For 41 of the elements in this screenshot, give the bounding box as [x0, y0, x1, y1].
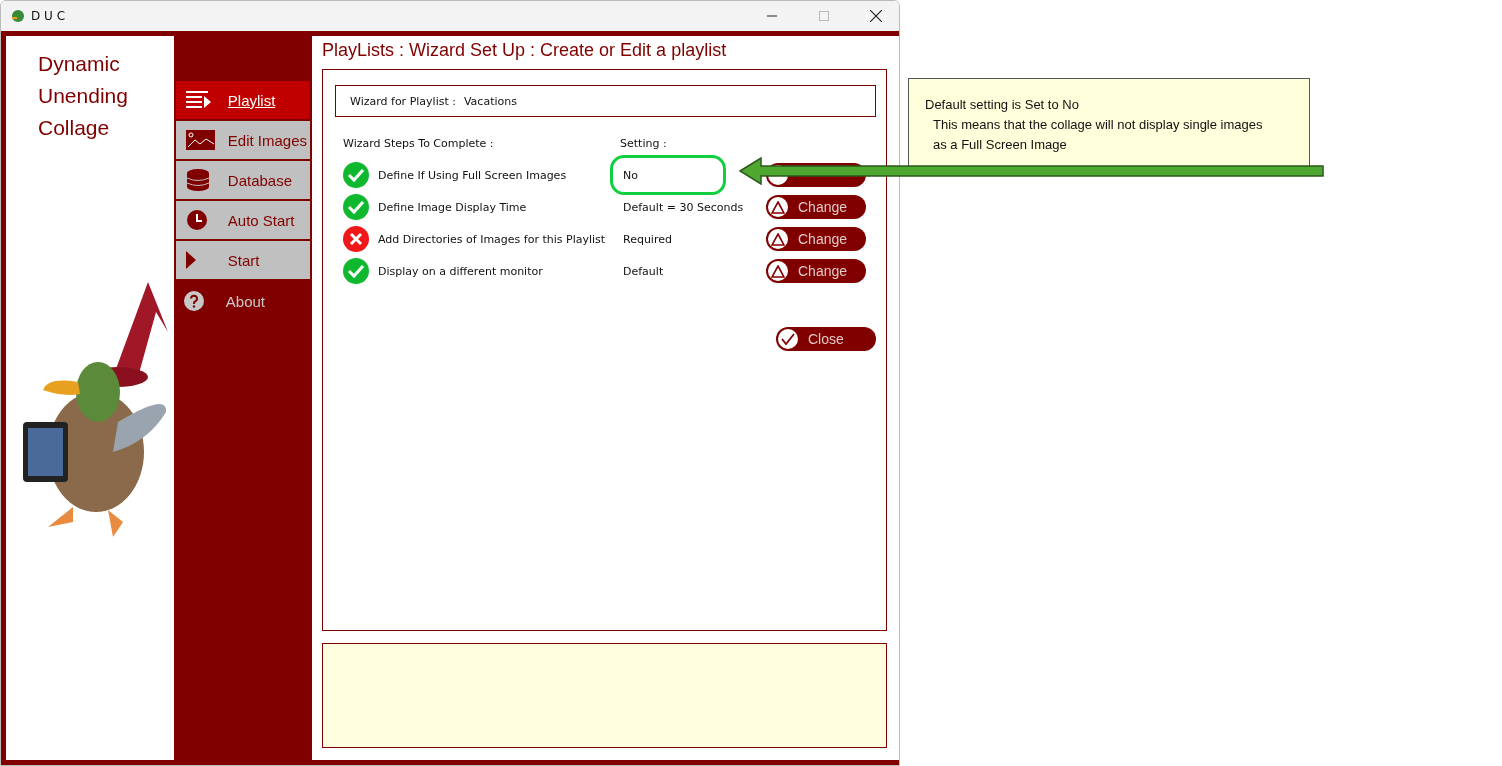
- setting-value: Default: [622, 263, 665, 280]
- column-heading: Wizard Steps To Complete :: [342, 135, 495, 152]
- brand-text: Collage: [38, 115, 111, 141]
- clock-icon: [185, 209, 208, 231]
- list-icon: [185, 91, 212, 109]
- checkmark-icon: [781, 332, 795, 346]
- brand-text: Dynamic: [38, 51, 121, 77]
- setting-value: Default = 30 Seconds: [622, 199, 745, 216]
- nav-item[interactable]: Database: [173, 161, 312, 201]
- close-dialog-button[interactable]: Close: [776, 327, 876, 351]
- field-value: Vacations: [463, 94, 517, 108]
- setting-value: Required: [622, 231, 673, 248]
- step-label: Define Image Display Time: [378, 200, 527, 214]
- change-button[interactable]: Change: [766, 259, 866, 283]
- triangle-icon: [771, 264, 785, 278]
- note-text: Default setting is Set to No: [925, 96, 1080, 114]
- step-label: Define If Using Full Screen Images: [378, 168, 567, 182]
- play-icon: [185, 251, 196, 269]
- nav-item[interactable]: Edit Images: [173, 121, 312, 161]
- help-icon: [183, 291, 204, 311]
- step-label: Display on a different monitor: [378, 264, 543, 278]
- field-label: Wizard for Playlist :: [350, 94, 456, 108]
- step-label: Add Directories of Images for this Playlist: [378, 232, 606, 246]
- nav-item[interactable]: Playlist: [173, 81, 312, 121]
- page-title: PlayLists : Wizard Set Up : Create or Edit a playlist: [322, 40, 728, 61]
- change-button[interactable]: Change: [766, 195, 866, 219]
- note-text: This means that the collage will not display single images: [932, 116, 1264, 134]
- image-icon: [185, 130, 215, 150]
- maximize-icon: [819, 11, 829, 21]
- window-title: D U C: [31, 9, 66, 23]
- setting-value: No: [610, 155, 726, 195]
- nav-item[interactable]: Start: [173, 241, 312, 281]
- triangle-icon: [771, 200, 785, 214]
- nav-item[interactable]: Auto Start: [173, 201, 312, 241]
- database-icon: [185, 168, 210, 192]
- triangle-icon: [771, 232, 785, 246]
- column-heading: Setting :: [620, 135, 668, 152]
- close-icon: [870, 10, 882, 22]
- change-button[interactable]: Change: [766, 227, 866, 251]
- note-text: as a Full Screen Image: [932, 136, 1068, 154]
- brand-text: Unending: [38, 83, 129, 109]
